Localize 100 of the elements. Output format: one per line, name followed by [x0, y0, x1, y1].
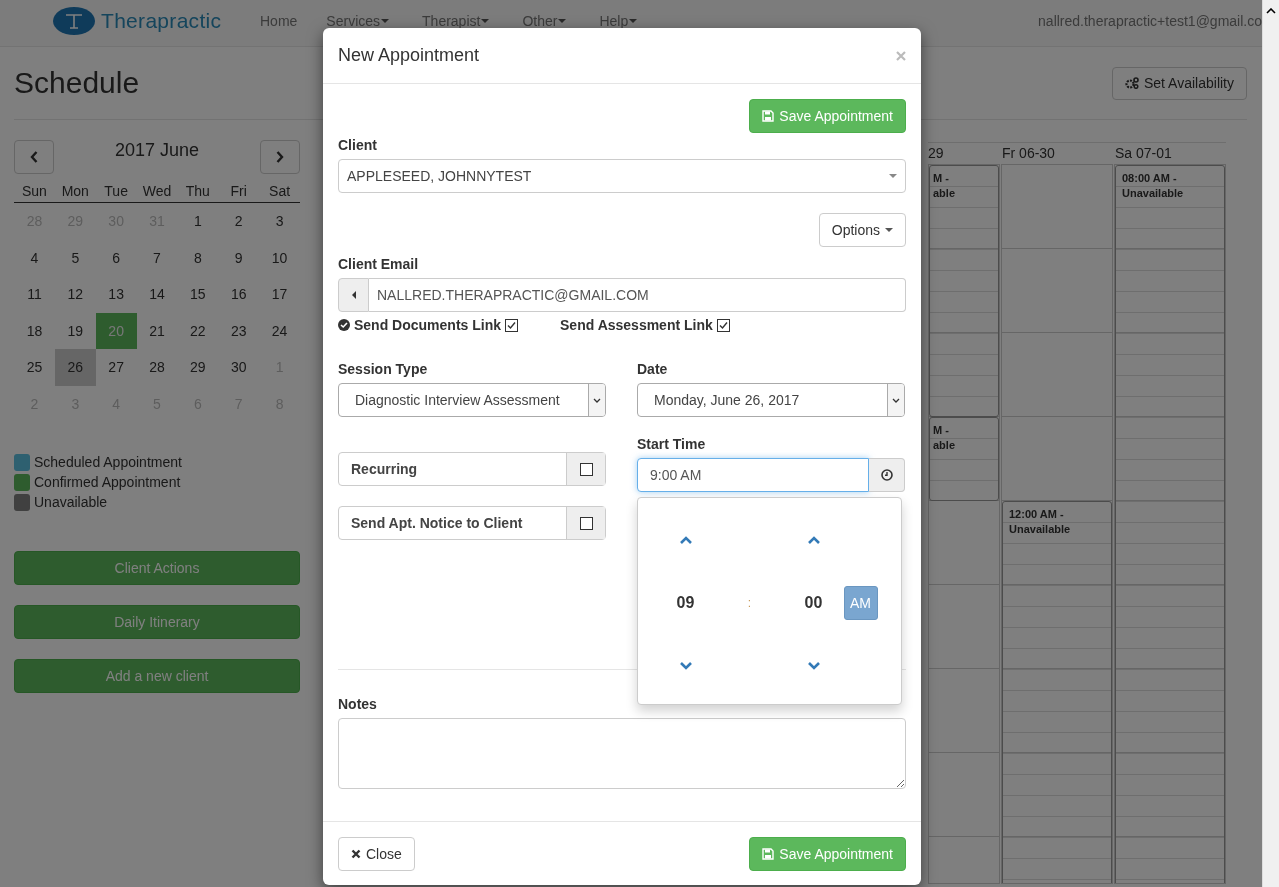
calendar-day[interactable]: 29	[177, 349, 219, 386]
next-month-button[interactable]	[260, 140, 300, 174]
client-select[interactable]: APPLESEED, JOHNNYTEST	[338, 159, 906, 193]
calendar-day[interactable]: 3	[259, 203, 300, 240]
calendar-day[interactable]: 1	[177, 203, 219, 240]
time-separator: :	[747, 596, 752, 610]
weekday-label: Fri	[218, 182, 260, 203]
event-label: 08:00 AM - Unavailable	[1122, 171, 1185, 201]
weekday-label: Tue	[95, 182, 137, 203]
nav-link[interactable]: Other	[522, 13, 582, 29]
calendar-day[interactable]: 9	[218, 239, 260, 276]
weekday-label: Sun	[14, 182, 55, 203]
chevron-up-icon	[679, 536, 692, 544]
toggle-group[interactable]: Recurring	[338, 452, 606, 486]
calendar-day[interactable]: 22	[177, 312, 219, 349]
weekday-label: Sat	[259, 182, 300, 203]
minute-value[interactable]: 00	[804, 594, 823, 612]
chevron-down-icon	[679, 662, 692, 670]
calendar-day[interactable]: 27	[95, 349, 137, 386]
nav-link[interactable]: Help	[599, 13, 653, 29]
legend-label: Confirmed Appointment	[34, 474, 181, 490]
previous-month-button[interactable]	[14, 140, 54, 174]
close-icon	[896, 50, 906, 61]
dialog-title: New Appointment	[338, 45, 480, 66]
legend-label: Unavailable	[34, 494, 108, 510]
caret-left-icon	[351, 291, 356, 299]
calendar-day[interactable]: 11	[14, 276, 55, 313]
clock-icon	[880, 469, 893, 481]
field-label: Notes	[338, 696, 377, 712]
scroll-up-icon[interactable]	[1266, 8, 1276, 14]
calendar-day[interactable]: 14	[136, 276, 178, 313]
calendar-day[interactable]: 6	[95, 239, 137, 276]
calendar-day[interactable]: 15	[177, 276, 219, 313]
calendar-day[interactable]: 8	[177, 239, 219, 276]
nav-link[interactable]: Services	[326, 13, 405, 29]
checkbox-icon[interactable]	[579, 516, 593, 530]
event-label: M - able	[933, 171, 956, 201]
am-pm-toggle[interactable]: AM	[843, 586, 878, 620]
user-email[interactable]: nallred.therapractic+test1@gmail.co	[1038, 13, 1262, 29]
scrollbar[interactable]	[1262, 0, 1279, 887]
calendar-day[interactable]: 24	[259, 312, 300, 349]
notes-field[interactable]	[338, 718, 906, 789]
event-label: M - able	[933, 423, 956, 453]
calendar-day[interactable]: 26	[54, 349, 96, 386]
chevron-down-icon	[892, 397, 900, 403]
calendar-day[interactable]: 16	[218, 276, 260, 313]
start-time-field[interactable]: 9:00 AM	[637, 458, 869, 492]
dropdown-arrow-icon	[889, 174, 897, 178]
calendar-day[interactable]: 25	[14, 349, 55, 386]
calendar-day[interactable]: 13	[95, 276, 137, 313]
calendar-day[interactable]: 19	[54, 312, 96, 349]
calendar-day[interactable]: 5	[54, 239, 96, 276]
calendar-day[interactable]: 12	[54, 276, 96, 313]
close-button[interactable]: Close	[338, 836, 415, 871]
calendar-day[interactable]: 28	[136, 349, 178, 386]
chevron-up-icon	[807, 536, 820, 544]
field-label: Client	[338, 137, 377, 153]
chevron-down-icon	[593, 397, 601, 403]
field-label: Session Type	[338, 361, 428, 377]
save-appointment-button[interactable]: Save Appointment	[749, 836, 906, 871]
calendar-day[interactable]: 4	[14, 239, 55, 276]
day-header: Sa 07-01	[1114, 144, 1173, 163]
weekday-label: Wed	[136, 182, 178, 203]
nav-link[interactable]: Therapist	[422, 13, 505, 29]
checked-checkbox-icon[interactable]	[505, 318, 519, 332]
options-button[interactable]: Options	[818, 213, 906, 247]
page-title: Schedule	[14, 66, 140, 100]
calendar-day[interactable]: 2	[218, 203, 260, 240]
calendar-day[interactable]: 23	[218, 312, 260, 349]
set-availability-button[interactable]: Set Availability	[1112, 66, 1247, 100]
weekday-label: Mon	[54, 182, 96, 203]
date-select[interactable]: Monday, June 26, 2017	[637, 383, 905, 417]
checkbox-label: Send Assessment Link	[560, 317, 713, 333]
calendar-day[interactable]: 21	[136, 312, 178, 349]
day-header: 29	[928, 144, 945, 163]
save-appointment-button[interactable]: Save Appointment	[749, 99, 906, 133]
calendar-day[interactable]: 17	[259, 276, 300, 313]
clock-button[interactable]	[869, 458, 905, 492]
chevron-down-icon	[807, 662, 820, 670]
calendar-day[interactable]: 30	[218, 349, 260, 386]
session-type-select[interactable]: Diagnostic Interview Assessment	[338, 383, 606, 417]
calendar-day[interactable]: 10	[259, 239, 300, 276]
email-field[interactable]: NALLRED.THERAPRACTIC@GMAIL.COM	[369, 278, 906, 312]
checkbox-label: Send Documents Link	[354, 317, 502, 333]
brand-name[interactable]: Therapractic	[101, 9, 222, 33]
close-icon	[351, 848, 361, 859]
checkbox-icon[interactable]	[579, 462, 593, 476]
hour-value[interactable]: 09	[676, 594, 695, 612]
nav-link[interactable]: Home	[260, 13, 313, 29]
field-label: Date	[637, 361, 668, 377]
event-label: 12:00 AM - Unavailable	[1009, 507, 1072, 537]
day-header: Fr 06-30	[1001, 144, 1056, 163]
calendar-day[interactable]: 18	[14, 312, 55, 349]
checked-checkbox-icon[interactable]	[716, 318, 730, 332]
legend-label: Scheduled Appointment	[34, 454, 182, 470]
logo-icon	[52, 6, 96, 36]
toggle-group[interactable]: Send Apt. Notice to Client	[338, 506, 606, 540]
caret-icon	[885, 228, 893, 232]
calendar-day[interactable]: 7	[136, 239, 178, 276]
month-title: 2017 June	[114, 140, 200, 161]
